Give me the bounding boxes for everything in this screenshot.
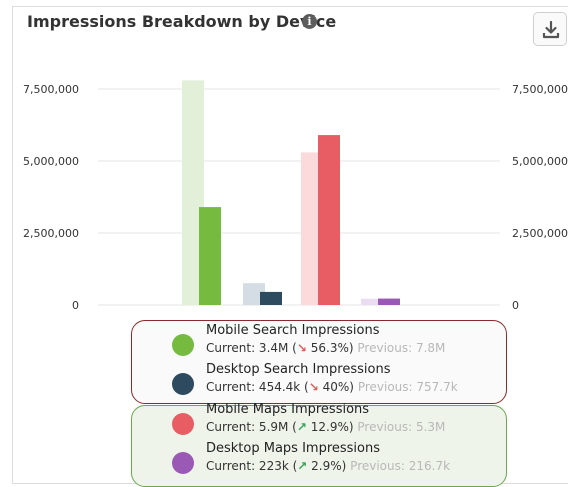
change-value: 56.3%) — [310, 341, 354, 355]
previous-value: Previous: 757.7k — [357, 380, 458, 394]
change-value: 2.9%) — [311, 459, 347, 473]
y-tick-label-right: 7,500,000 — [512, 83, 568, 96]
y-tick-label-right: 0 — [512, 299, 519, 312]
change-value: 12.9%) — [310, 420, 354, 434]
legend-dot — [172, 452, 194, 474]
legend-name: Mobile Search Impressions — [206, 323, 380, 338]
legend-item-desktop-maps[interactable]: Desktop Maps Impressions Current: 223k (… — [170, 441, 500, 479]
y-tick-label-left: 7,500,000 — [23, 83, 79, 96]
current-value: Current: 454.4k ( — [206, 380, 309, 394]
current-value: Current: 223k ( — [206, 459, 298, 473]
legend-item-mobile-maps[interactable]: Mobile Maps Impressions Current: 5.9M (↗… — [170, 402, 500, 440]
legend-dot — [172, 334, 194, 356]
bar-current — [378, 298, 400, 305]
trend-up-icon: ↗ — [297, 459, 308, 473]
y-tick-label-left: 5,000,000 — [23, 155, 79, 168]
trend-down-icon: ↘ — [308, 380, 319, 394]
y-tick-label-left: 2,500,000 — [23, 227, 79, 240]
y-tick-label-right: 5,000,000 — [512, 155, 568, 168]
previous-value: Previous: 216.7k — [350, 459, 451, 473]
previous-value: Previous: 5.3M — [357, 420, 446, 434]
legend-stats: Current: 5.9M (↗ 12.9%) Previous: 5.3M — [206, 420, 445, 434]
trend-down-icon: ↘ — [296, 341, 307, 355]
legend-item-desktop-search[interactable]: Desktop Search Impressions Current: 454.… — [170, 362, 500, 400]
legend-name: Desktop Search Impressions — [206, 362, 391, 377]
legend-stats: Current: 454.4k (↘ 40%) Previous: 757.7k — [206, 380, 458, 394]
previous-value: Previous: 7.8M — [357, 341, 446, 355]
change-value: 40%) — [322, 380, 354, 394]
bar-current — [260, 291, 282, 305]
current-value: Current: 3.4M ( — [206, 341, 297, 355]
current-value: Current: 5.9M ( — [206, 420, 297, 434]
trend-up-icon: ↗ — [296, 420, 307, 434]
legend-name: Mobile Maps Impressions — [206, 402, 370, 417]
bar-current — [318, 135, 340, 305]
legend-name: Desktop Maps Impressions — [206, 441, 381, 456]
legend-stats: Current: 3.4M (↘ 56.3%) Previous: 7.8M — [206, 341, 445, 355]
y-tick-label-right: 2,500,000 — [512, 227, 568, 240]
bar-current — [199, 207, 221, 305]
legend-stats: Current: 223k (↗ 2.9%) Previous: 216.7k — [206, 459, 450, 473]
legend-dot — [172, 413, 194, 435]
legend-dot — [172, 373, 194, 395]
y-tick-label-left: 0 — [72, 299, 79, 312]
legend-item-mobile-search[interactable]: Mobile Search Impressions Current: 3.4M … — [170, 323, 500, 361]
